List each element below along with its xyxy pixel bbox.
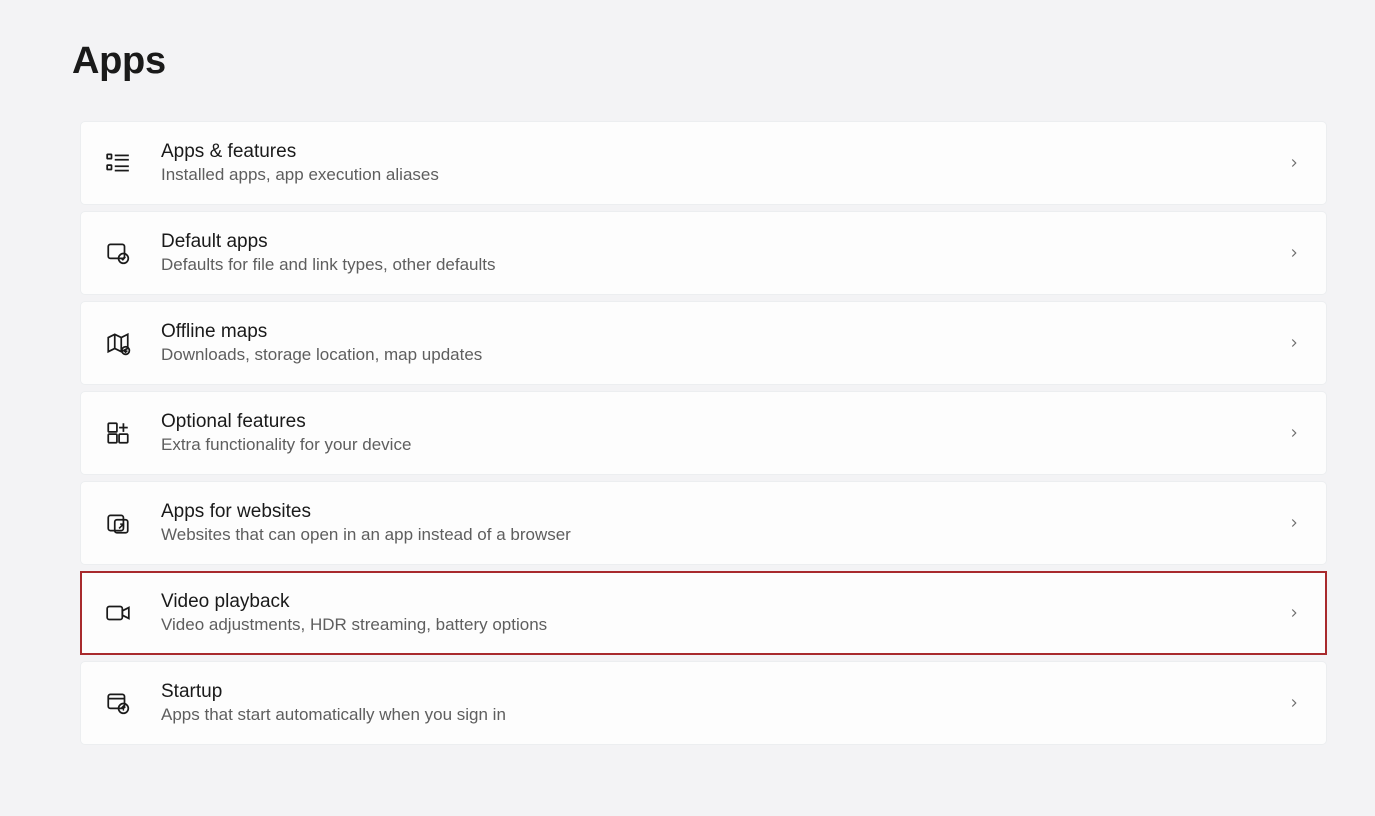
video-icon xyxy=(103,598,133,628)
item-subtitle: Downloads, storage location, map updates xyxy=(161,345,1284,365)
chevron-right-icon xyxy=(1284,603,1304,623)
item-title: Video playback xyxy=(161,591,1284,613)
website-app-icon xyxy=(103,508,133,538)
apps-settings-page: Apps Apps & features Installed apps, app… xyxy=(0,0,1375,745)
optional-features-item[interactable]: Optional features Extra functionality fo… xyxy=(80,391,1327,475)
apps-websites-item[interactable]: Apps for websites Websites that can open… xyxy=(80,481,1327,565)
chevron-right-icon xyxy=(1284,513,1304,533)
item-subtitle: Websites that can open in an app instead… xyxy=(161,525,1284,545)
grid-plus-icon xyxy=(103,418,133,448)
item-title: Default apps xyxy=(161,231,1284,253)
map-icon xyxy=(103,328,133,358)
item-title: Optional features xyxy=(161,411,1284,433)
apps-list-icon xyxy=(103,148,133,178)
startup-icon xyxy=(103,688,133,718)
item-subtitle: Apps that start automatically when you s… xyxy=(161,705,1284,725)
chevron-right-icon xyxy=(1284,423,1304,443)
item-text: Default apps Defaults for file and link … xyxy=(161,231,1284,275)
default-apps-item[interactable]: Default apps Defaults for file and link … xyxy=(80,211,1327,295)
item-text: Startup Apps that start automatically wh… xyxy=(161,681,1284,725)
item-text: Video playback Video adjustments, HDR st… xyxy=(161,591,1284,635)
item-text: Optional features Extra functionality fo… xyxy=(161,411,1284,455)
default-apps-icon xyxy=(103,238,133,268)
item-title: Apps & features xyxy=(161,141,1284,163)
item-title: Startup xyxy=(161,681,1284,703)
item-subtitle: Extra functionality for your device xyxy=(161,435,1284,455)
offline-maps-item[interactable]: Offline maps Downloads, storage location… xyxy=(80,301,1327,385)
item-subtitle: Defaults for file and link types, other … xyxy=(161,255,1284,275)
apps-features-item[interactable]: Apps & features Installed apps, app exec… xyxy=(80,121,1327,205)
item-title: Offline maps xyxy=(161,321,1284,343)
chevron-right-icon xyxy=(1284,333,1304,353)
video-playback-item[interactable]: Video playback Video adjustments, HDR st… xyxy=(80,571,1327,655)
item-text: Apps & features Installed apps, app exec… xyxy=(161,141,1284,185)
item-text: Apps for websites Websites that can open… xyxy=(161,501,1284,545)
item-title: Apps for websites xyxy=(161,501,1284,523)
chevron-right-icon xyxy=(1284,153,1304,173)
chevron-right-icon xyxy=(1284,693,1304,713)
item-text: Offline maps Downloads, storage location… xyxy=(161,321,1284,365)
page-title: Apps xyxy=(72,40,1327,83)
startup-item[interactable]: Startup Apps that start automatically wh… xyxy=(80,661,1327,745)
chevron-right-icon xyxy=(1284,243,1304,263)
item-subtitle: Video adjustments, HDR streaming, batter… xyxy=(161,615,1284,635)
item-subtitle: Installed apps, app execution aliases xyxy=(161,165,1284,185)
settings-list: Apps & features Installed apps, app exec… xyxy=(72,121,1327,745)
